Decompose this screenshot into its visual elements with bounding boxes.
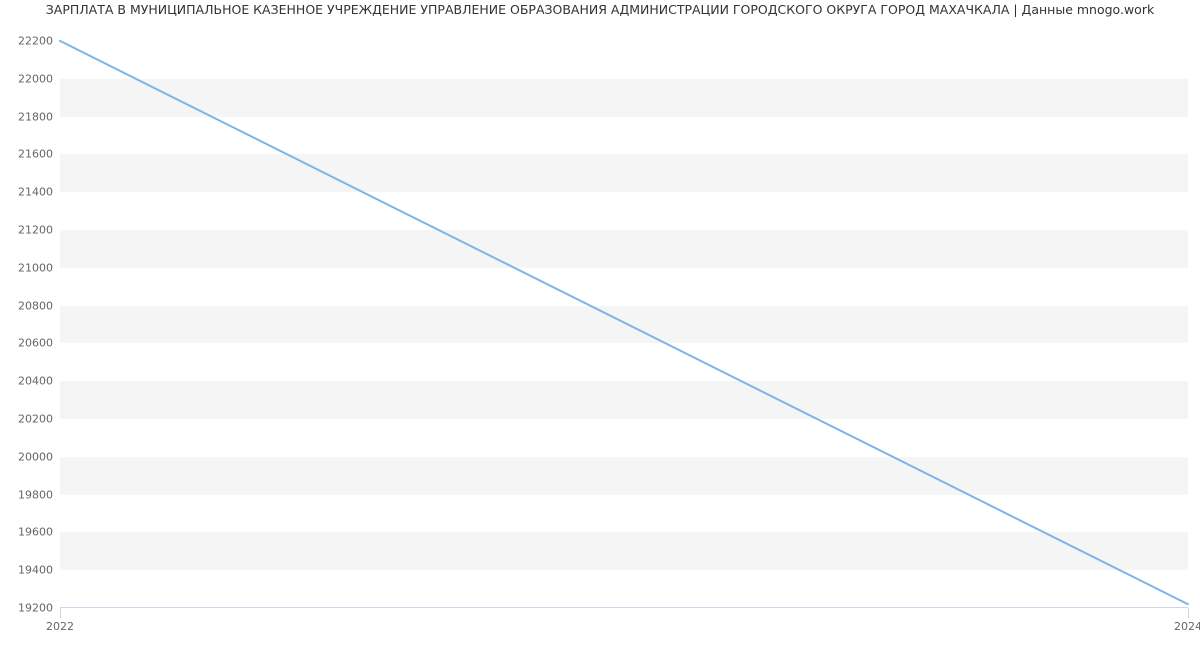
plot-inner	[60, 22, 1188, 608]
y-tick-label: 22200	[5, 34, 53, 47]
y-tick-label: 20800	[5, 299, 53, 312]
chart-title: ЗАРПЛАТА В МУНИЦИПАЛЬНОЕ КАЗЕННОЕ УЧРЕЖД…	[0, 2, 1200, 17]
x-tick-label: 2024	[1174, 620, 1200, 633]
y-tick-label: 19400	[5, 564, 53, 577]
y-tick-label: 19600	[5, 526, 53, 539]
y-tick-label: 21000	[5, 261, 53, 274]
y-tick-label: 20600	[5, 337, 53, 350]
y-tick-label: 21400	[5, 186, 53, 199]
chart-container: ЗАРПЛАТА В МУНИЦИПАЛЬНОЕ КАЗЕННОЕ УЧРЕЖД…	[0, 0, 1200, 650]
x-tick-mark	[1188, 608, 1189, 618]
y-tick-label: 19200	[5, 602, 53, 615]
y-tick-label: 21600	[5, 148, 53, 161]
line-layer	[60, 22, 1188, 608]
y-tick-label: 20000	[5, 450, 53, 463]
series-line	[60, 41, 1188, 604]
y-tick-label: 21800	[5, 110, 53, 123]
y-tick-label: 20400	[5, 375, 53, 388]
y-tick-label: 19800	[5, 488, 53, 501]
y-tick-label: 22000	[5, 72, 53, 85]
plot-area	[60, 22, 1188, 608]
y-tick-label: 21200	[5, 223, 53, 236]
y-tick-label: 20200	[5, 412, 53, 425]
x-axis-line	[60, 607, 1188, 608]
x-tick-label: 2022	[46, 620, 74, 633]
x-tick-mark	[60, 608, 61, 618]
